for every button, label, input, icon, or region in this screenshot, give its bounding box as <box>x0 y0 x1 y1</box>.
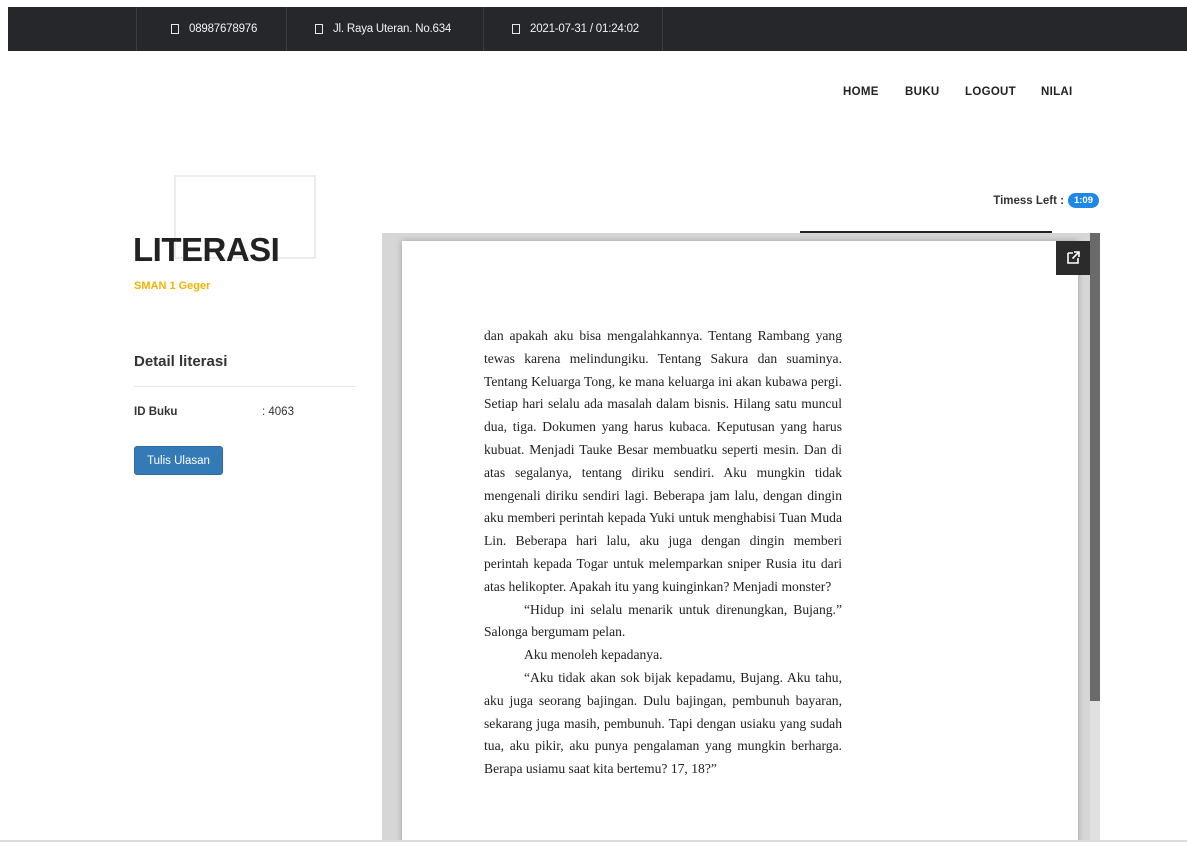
book-id-value: : 4063 <box>262 406 294 418</box>
write-review-button[interactable]: Tulis Ulasan <box>134 446 223 475</box>
address-text: Jl. Raya Uteran. No.634 <box>333 23 452 35</box>
document-viewer[interactable]: dan apakah aku bisa mengalahkannya. Tent… <box>382 233 1100 842</box>
document-page: dan apakah aku bisa mengalahkannya. Tent… <box>402 241 1078 842</box>
book-id-label: ID Buku <box>134 406 178 418</box>
time-left-badge: 1:09 <box>1067 193 1099 208</box>
nav-logout[interactable]: LOGOUT <box>965 86 1016 98</box>
paragraph: Aku menoleh kepadanya. <box>524 647 663 663</box>
phone-info: 08987678976 <box>136 7 286 51</box>
viewer-scrollbar[interactable] <box>1090 233 1100 842</box>
paragraph: “Hidup ini selalu menarik untuk direnung… <box>484 601 842 640</box>
datetime-text: 2021-07-31 / 01:24:02 <box>530 23 639 35</box>
datetime-info: 2021-07-31 / 01:24:02 <box>483 7 663 51</box>
clock-icon <box>512 24 520 34</box>
page-title: LITERASI <box>133 231 280 268</box>
phone-icon <box>171 24 179 34</box>
time-left: Timess Left : 1:09 <box>993 193 1099 208</box>
location-icon <box>315 24 323 34</box>
open-external-icon <box>1067 251 1080 264</box>
top-info-bar: 08987678976 Jl. Raya Uteran. No.634 2021… <box>8 7 1187 51</box>
address-info: Jl. Raya Uteran. No.634 <box>286 7 483 51</box>
main-nav: HOME BUKU LOGOUT NILAI <box>0 86 1187 102</box>
school-name: SMAN 1 Geger <box>134 280 211 292</box>
page-text: dan apakah aku bisa mengalahkannya. Tent… <box>484 325 842 781</box>
paragraph: “Aku tidak akan sok bijak kepadamu, Buja… <box>484 669 842 777</box>
paragraph: dan apakah aku bisa mengalahkannya. Tent… <box>484 328 842 594</box>
detail-heading: Detail literasi <box>134 353 228 370</box>
scroll-thumb[interactable] <box>1090 233 1100 701</box>
phone-text: 08987678976 <box>189 23 258 35</box>
nav-buku[interactable]: BUKU <box>905 86 939 98</box>
nav-nilai[interactable]: NILAI <box>1041 86 1073 98</box>
nav-home[interactable]: HOME <box>843 86 879 98</box>
time-left-label: Timess Left : <box>993 194 1064 207</box>
divider <box>134 386 356 387</box>
popout-button[interactable] <box>1056 241 1090 275</box>
